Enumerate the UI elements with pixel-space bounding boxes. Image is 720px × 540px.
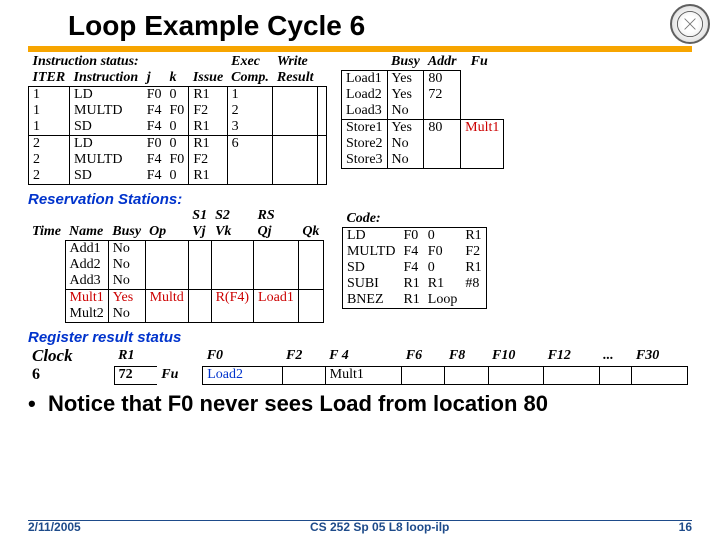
- code-head: Code:: [342, 211, 486, 228]
- f6-head: F6: [402, 346, 445, 366]
- f30-head: F30: [632, 346, 688, 366]
- write-label: Write: [273, 54, 318, 70]
- bullet-note: • Notice that F0 never sees Load from lo…: [28, 391, 692, 417]
- f8-head: F8: [445, 346, 488, 366]
- load-store-table: BusyAddrFu Load1Yes80 Load2Yes72 Load3No…: [341, 54, 504, 169]
- code-table: Code: LDF00R1 MULTDF4F0F2 SDF40R1 SUBIR1…: [342, 211, 487, 309]
- seal-icon: [670, 4, 710, 44]
- op-head: Op: [145, 224, 188, 241]
- j-head: j: [143, 70, 166, 87]
- clock-val: 6: [28, 366, 114, 384]
- footer-page: 16: [679, 520, 692, 534]
- busy-head: Busy: [387, 54, 424, 71]
- footer: 2/11/2005 CS 252 Sp 05 L8 loop-ilp 16: [0, 520, 720, 534]
- instruction-status-table: Instruction status: Exec Write ITER Inst…: [28, 54, 327, 185]
- fu2-head: Fu: [157, 366, 202, 384]
- s2-head: S2: [211, 208, 253, 224]
- fu-head: Fu: [461, 54, 504, 71]
- s1-head: S1: [188, 208, 211, 224]
- result-head: Result: [273, 70, 318, 87]
- name-head: Name: [65, 224, 108, 241]
- qk-head: Qk: [298, 224, 323, 241]
- issue-head: Issue: [189, 70, 227, 87]
- clock-head: Clock: [28, 346, 114, 366]
- footer-course: CS 252 Sp 05 L8 loop-ilp: [310, 520, 449, 534]
- addr-head: Addr: [424, 54, 461, 71]
- instruction-head: Instruction: [70, 70, 143, 87]
- rrs-label: Register result status: [28, 329, 692, 346]
- busy2-head: Busy: [108, 224, 145, 241]
- time-head: Time: [28, 224, 65, 241]
- rshead: RS: [254, 208, 299, 224]
- f10-head: F10: [488, 346, 544, 366]
- f4-head: F 4: [325, 346, 402, 366]
- dots-head: ...: [599, 346, 632, 366]
- r1-head: R1: [114, 346, 157, 366]
- f12-head: F12: [544, 346, 600, 366]
- exec-label: Exec: [227, 54, 273, 70]
- rrs-table: Clock R1 F0 F2 F 4 F6 F8 F10 F12 ... F30…: [28, 346, 688, 385]
- rs-table: S1 S2 RS Time Name Busy Op Vj Vk Qj Qk A…: [28, 208, 324, 323]
- slide-title: Loop Example Cycle 6: [68, 10, 692, 42]
- vj-head: Vj: [188, 224, 211, 241]
- rs-label: Reservation Stations:: [28, 191, 692, 208]
- f2-head: F2: [282, 346, 325, 366]
- title-underline: [28, 46, 692, 52]
- instr-status-label: Instruction status:: [29, 54, 143, 70]
- footer-date: 2/11/2005: [28, 520, 81, 534]
- k-head: k: [166, 70, 189, 87]
- comp-head: Comp.: [227, 70, 273, 87]
- vk-head: Vk: [211, 224, 253, 241]
- qj-head: Qj: [254, 224, 299, 241]
- iter-head: ITER: [29, 70, 70, 87]
- f0-head: F0: [203, 346, 282, 366]
